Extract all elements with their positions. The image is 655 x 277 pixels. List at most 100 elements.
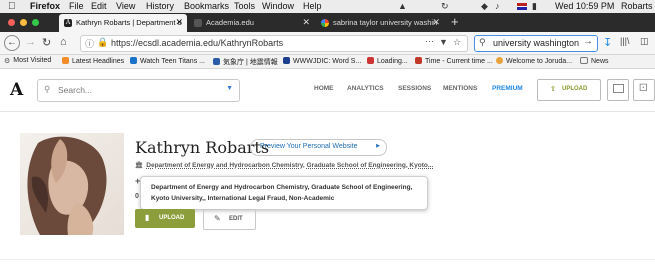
menu-view[interactable]: View xyxy=(116,1,135,11)
menu-edit[interactable]: Edit xyxy=(91,1,107,11)
back-icon[interactable]: ← xyxy=(4,35,20,51)
notifications-button[interactable]: ⚀ xyxy=(633,79,655,101)
tab-title: sabrina taylor university washin xyxy=(333,18,438,27)
library-icon[interactable]: |||\ xyxy=(620,36,630,46)
bookmark-label: Most Visited xyxy=(13,57,52,64)
academia-favicon-icon: A xyxy=(64,19,72,27)
clock-icon xyxy=(415,57,422,64)
sync-icon[interactable]: ↻ xyxy=(441,1,449,12)
jdic-icon xyxy=(283,57,290,64)
menu-history[interactable]: History xyxy=(146,1,174,11)
messages-button[interactable] xyxy=(607,79,629,101)
edit-label: EDIT xyxy=(229,216,243,222)
menu-bookmarks[interactable]: Bookmarks xyxy=(184,1,229,11)
jma-icon xyxy=(213,58,220,65)
menu-help[interactable]: Help xyxy=(303,1,322,11)
chevron-down-icon[interactable]: ▼ xyxy=(226,85,233,92)
upload-label: UPLOAD xyxy=(562,86,588,92)
department-line[interactable]: 🏛 Department of Energy and Hydrocarbon Ch… xyxy=(135,161,433,169)
apple-icon[interactable]:  xyxy=(8,1,16,12)
forward-icon[interactable]: → xyxy=(25,36,36,48)
home-icon[interactable]: ⌂ xyxy=(60,36,67,48)
nav-sessions[interactable]: SESSIONS xyxy=(398,85,431,92)
dropbox-icon[interactable]: ▲ xyxy=(398,1,407,11)
bookmark-news[interactable]: News xyxy=(580,57,609,65)
page-actions-icon[interactable]: ··· xyxy=(425,36,434,46)
loading-icon xyxy=(367,57,374,64)
site-search-input[interactable]: ⚲ Search... ▼ xyxy=(37,79,240,102)
url-bar[interactable]: ⓘ 🔒 https://ecsdl.academia.edu/KathrynRo… xyxy=(80,35,468,52)
bookmark-loading[interactable]: Loading... xyxy=(367,57,408,65)
pencil-icon: ✎ xyxy=(214,214,221,223)
academia-logo[interactable]: A xyxy=(10,80,23,100)
close-tab-icon[interactable]: ✕ xyxy=(175,17,183,28)
minimize-window-icon[interactable] xyxy=(20,19,27,26)
tab-active[interactable]: A Kathryn Robarts | Department o ✕ xyxy=(59,14,187,32)
gear-icon: ⚙ xyxy=(4,58,11,65)
browser-search-box[interactable]: ⚲ university washington → xyxy=(474,35,598,52)
department-text: Department of Energy and Hydrocarbon Che… xyxy=(146,162,434,169)
nav-analytics[interactable]: ANALYTICS xyxy=(347,85,384,92)
tab-academia[interactable]: Academia.edu ✕ xyxy=(189,14,314,32)
preview-website-button[interactable]: Preview Your Personal Website ▶ xyxy=(250,139,387,156)
menu-window[interactable]: Window xyxy=(262,1,294,11)
tooltip-line-1: Department of Energy and Hydrocarbon Che… xyxy=(151,184,413,191)
new-tab-icon[interactable]: + xyxy=(451,14,459,29)
pocket-icon[interactable]: ▼ xyxy=(439,37,448,47)
profile-upload-button[interactable]: ▮ UPLOAD xyxy=(135,209,195,228)
department-tooltip: Department of Energy and Hydrocarbon Che… xyxy=(140,176,428,210)
reload-icon[interactable]: ↻ xyxy=(42,36,51,49)
bookmark-star-icon[interactable]: ☆ xyxy=(453,37,461,48)
rss-icon xyxy=(62,57,69,64)
url-text[interactable]: https://ecsdl.academia.edu/KathrynRobart… xyxy=(111,38,283,48)
volume-icon[interactable]: ♪ xyxy=(495,1,500,11)
bookmark-jma-earthquake[interactable]: 気象庁 | 地震情報 xyxy=(213,57,278,67)
bookmark-latest-headlines[interactable]: Latest Headlines xyxy=(62,57,124,65)
menu-app-name[interactable]: Firefox xyxy=(30,1,60,11)
search-icon: ⚲ xyxy=(44,84,51,94)
bookmark-time[interactable]: Time - Current time ... xyxy=(415,57,493,65)
search-placeholder: Search... xyxy=(58,85,93,95)
wifi-icon[interactable]: ◆ xyxy=(481,1,488,12)
close-window-icon[interactable] xyxy=(8,19,15,26)
profile-edit-button[interactable]: ✎ EDIT xyxy=(203,209,256,230)
zoom-window-icon[interactable] xyxy=(32,19,39,26)
browser-nav-bar: ← → ↻ ⌂ ⓘ 🔒 https://ecsdl.academia.edu/K… xyxy=(0,32,655,55)
info-icon[interactable]: ⓘ xyxy=(85,37,94,50)
search-go-icon[interactable]: → xyxy=(583,36,593,47)
sidebar-icon[interactable]: ◫ xyxy=(640,36,649,47)
bookmark-most-visited[interactable]: ⚙ Most Visited xyxy=(4,57,52,65)
close-tab-icon[interactable]: ✕ xyxy=(302,17,310,28)
close-tab-icon[interactable]: ✕ xyxy=(432,17,440,28)
document-icon: ▮ xyxy=(145,213,150,222)
nav-premium[interactable]: PREMIUM xyxy=(492,85,523,92)
google-favicon-icon xyxy=(321,19,329,27)
flag-icon[interactable] xyxy=(517,3,527,10)
profile-name: Kathryn Robarts xyxy=(135,138,270,157)
institution-icon: 🏛 xyxy=(135,162,144,169)
nav-mentions[interactable]: MENTIONS xyxy=(443,85,477,92)
header-upload-button[interactable]: ⇧ UPLOAD xyxy=(537,79,601,101)
profile-photo[interactable] xyxy=(20,133,124,235)
battery-icon[interactable]: ▮ xyxy=(532,1,537,12)
nav-home[interactable]: HOME xyxy=(314,85,334,92)
upload-icon: ⇧ xyxy=(550,86,556,93)
tooltip-line-2: Kyoto University,, International Legal F… xyxy=(151,195,335,202)
menu-file[interactable]: File xyxy=(69,1,84,11)
bookmark-label: 気象庁 | 地震情報 xyxy=(223,59,278,66)
bookmark-wwwjdic[interactable]: WWWJDIC: Word S... xyxy=(283,57,361,65)
user-name[interactable]: Robarts K xyxy=(621,1,655,11)
lock-icon[interactable]: 🔒 xyxy=(97,37,108,48)
video-icon xyxy=(130,57,137,64)
upload-label: UPLOAD xyxy=(159,215,185,221)
clock-text[interactable]: Wed 10:59 PM xyxy=(555,1,614,11)
bookmark-jorudan[interactable]: Welcome to Joruda... xyxy=(496,57,572,65)
bookmark-teen-titans[interactable]: Watch Teen Titans ... xyxy=(130,57,205,65)
stat-count: 0 xyxy=(135,193,139,200)
mac-menubar:  Firefox File Edit View History Bookmar… xyxy=(0,0,655,13)
bookmark-label: Watch Teen Titans ... xyxy=(140,58,205,65)
downloads-icon[interactable]: ↧ xyxy=(603,36,612,49)
menu-tools[interactable]: Tools xyxy=(234,1,255,11)
search-input[interactable]: university washington xyxy=(493,38,579,48)
tab-google-search[interactable]: sabrina taylor university washin ✕ xyxy=(316,14,444,32)
